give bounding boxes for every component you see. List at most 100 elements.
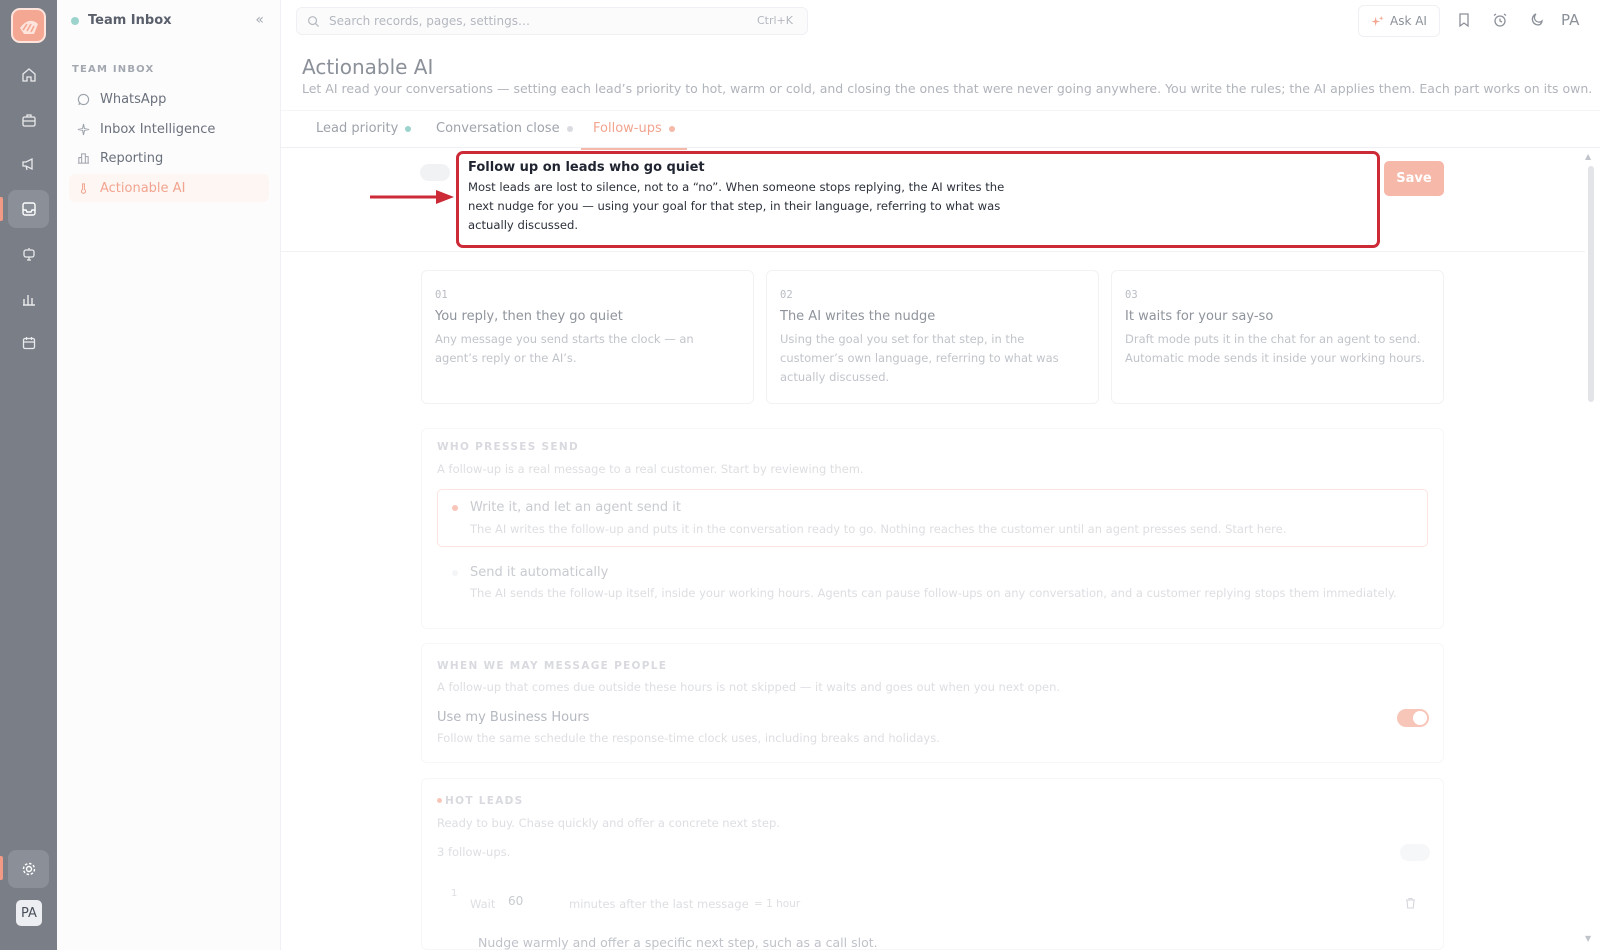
settings-indicator: [0, 856, 3, 880]
user-initials[interactable]: PA: [1561, 11, 1579, 29]
bar-chart-icon: [22, 295, 35, 306]
sidebar-item-whatsapp[interactable]: WhatsApp: [69, 85, 269, 113]
calendar-icon: [22, 337, 35, 350]
trash-icon[interactable]: [1405, 897, 1416, 909]
divider: [281, 251, 1585, 252]
rail-avatar[interactable]: PA: [16, 900, 42, 926]
option-title: Write it, and let an agent send it: [470, 500, 681, 515]
active-indicator: [0, 197, 3, 221]
tab-label: Conversation close: [436, 121, 560, 136]
robot-icon: [22, 248, 35, 261]
tab-label: Lead priority: [316, 121, 399, 136]
ask-ai-button[interactable]: Ask AI: [1358, 5, 1440, 37]
ask-ai-label: Ask AI: [1390, 14, 1427, 28]
team-status-dot: [71, 16, 79, 25]
step-number: 03: [1125, 289, 1138, 301]
sidebar-section-label: TEAM INBOX: [72, 64, 155, 75]
radio-selected[interactable]: [452, 505, 458, 511]
step-card: 03 It waits for your say-so Draft mode p…: [1111, 270, 1444, 404]
tab-status-dot: [566, 125, 573, 132]
hot-leads-toggle[interactable]: [1400, 844, 1430, 861]
step-description: Draft mode puts it in the chat for an ag…: [1125, 332, 1426, 365]
step-description: Any message you send starts the clock — …: [435, 332, 694, 365]
step-number: 01: [435, 289, 448, 301]
step-number: 02: [780, 289, 793, 301]
hot-dot: [437, 798, 442, 803]
wait-hint: = 1 hour: [754, 898, 801, 910]
who-sends-label: WHO PRESSES SEND: [437, 441, 579, 453]
business-hours-title: Use my Business Hours: [437, 710, 590, 725]
icon-rail: PA: [0, 0, 57, 950]
collapse-sidebar-icon[interactable]: «: [255, 12, 264, 28]
tab-status-dot: [405, 125, 412, 132]
secondary-sidebar: Team Inbox « TEAM INBOX WhatsApp Inbox I…: [57, 0, 281, 950]
team-header[interactable]: Team Inbox: [71, 13, 172, 28]
rail-calendar[interactable]: [8, 324, 49, 362]
tab-follow-ups[interactable]: Follow-ups: [581, 121, 687, 150]
moon-icon[interactable]: [1529, 12, 1545, 28]
hot-leads-count: 3 follow-ups.: [437, 845, 511, 859]
sidebar-item-actionable-ai[interactable]: Actionable AI: [69, 174, 269, 202]
who-sends-description: A follow-up is a real message to a real …: [437, 462, 864, 476]
sidebar-item-label: Inbox Intelligence: [100, 121, 216, 137]
option-description: The AI writes the follow-up and puts it …: [470, 522, 1287, 536]
step-title: It waits for your say-so: [1125, 309, 1274, 324]
tab-bar: Lead priority Conversation close Follow-…: [281, 110, 1600, 150]
app-logo[interactable]: [11, 8, 46, 43]
tab-lead-priority[interactable]: Lead priority: [316, 121, 412, 136]
wait-suffix: minutes after the last message: [569, 897, 749, 911]
sidebar-item-label: Reporting: [100, 150, 164, 166]
megaphone-icon: [21, 157, 33, 171]
whatsapp-icon: [77, 93, 90, 105]
alarm-clock-icon[interactable]: [1492, 12, 1508, 28]
wait-minutes-input[interactable]: 60: [508, 894, 523, 908]
when-message-description: A follow-up that comes due outside these…: [437, 680, 1061, 694]
hot-leads-description: Ready to buy. Chase quickly and offer a …: [437, 816, 780, 830]
wait-label: Wait: [470, 897, 496, 911]
callout-body: Most leads are lost to silence, not to a…: [468, 180, 1005, 232]
business-hours-description: Follow the same schedule the response-ti…: [437, 731, 940, 745]
option-agent-send[interactable]: [437, 489, 1428, 547]
tab-conversation-close[interactable]: Conversation close: [436, 121, 573, 136]
step-card: 02 The AI writes the nudge Using the goa…: [766, 270, 1099, 404]
step-index: 1: [451, 888, 458, 899]
sidebar-item-label: Actionable AI: [100, 180, 186, 196]
sidebar-item-inbox-intelligence[interactable]: Inbox Intelligence: [69, 115, 269, 143]
tab-status-dot: [668, 125, 675, 132]
scroll-up-icon[interactable]: ▲: [1585, 152, 1591, 161]
briefcase-icon: [21, 114, 36, 127]
radio-unselected[interactable]: [452, 570, 458, 576]
rail-megaphone[interactable]: [8, 145, 49, 183]
hot-leads-panel: [421, 778, 1444, 950]
callout-title: Follow up on leads who go quiet: [468, 160, 705, 175]
when-message-label: WHEN WE MAY MESSAGE PEOPLE: [437, 660, 668, 672]
highlighted-callout: Follow up on leads who go quiet Most lea…: [456, 151, 1380, 248]
bookmark-icon[interactable]: [1457, 12, 1471, 28]
topbar: Search records, pages, settings… Ctrl+K …: [281, 0, 1600, 41]
follow-ups-enable-toggle[interactable]: [420, 164, 450, 181]
rail-analytics[interactable]: [8, 280, 49, 318]
gear-icon: [22, 862, 35, 876]
nudge-goal-text[interactable]: Nudge warmly and offer a specific next s…: [478, 935, 878, 950]
business-hours-toggle[interactable]: [1397, 709, 1429, 727]
step-card: 01 You reply, then they go quiet Any mes…: [421, 270, 754, 404]
save-button[interactable]: Save: [1384, 161, 1444, 196]
scroll-down-icon[interactable]: ▼: [1585, 934, 1591, 943]
sidebar-item-reporting[interactable]: Reporting: [69, 144, 269, 172]
rail-robot[interactable]: [8, 235, 49, 273]
rail-briefcase[interactable]: [8, 101, 49, 139]
search-input[interactable]: Search records, pages, settings…: [329, 14, 530, 28]
page-title: Actionable AI: [302, 55, 434, 79]
scrollbar-thumb[interactable]: [1588, 166, 1594, 402]
search-shortcut: Ctrl+K: [756, 14, 793, 27]
rail-inbox[interactable]: [8, 190, 49, 228]
sidebar-item-label: WhatsApp: [100, 91, 167, 107]
search-icon: [308, 15, 320, 27]
rail-home[interactable]: [8, 56, 49, 94]
option-title: Send it automatically: [470, 565, 609, 580]
hot-leads-label: HOT LEADS: [445, 795, 524, 807]
rail-settings[interactable]: [8, 850, 49, 888]
tab-label: Follow-ups: [593, 121, 662, 136]
search-bar[interactable]: Search records, pages, settings… Ctrl+K: [296, 7, 808, 35]
step-title: You reply, then they go quiet: [435, 309, 623, 324]
